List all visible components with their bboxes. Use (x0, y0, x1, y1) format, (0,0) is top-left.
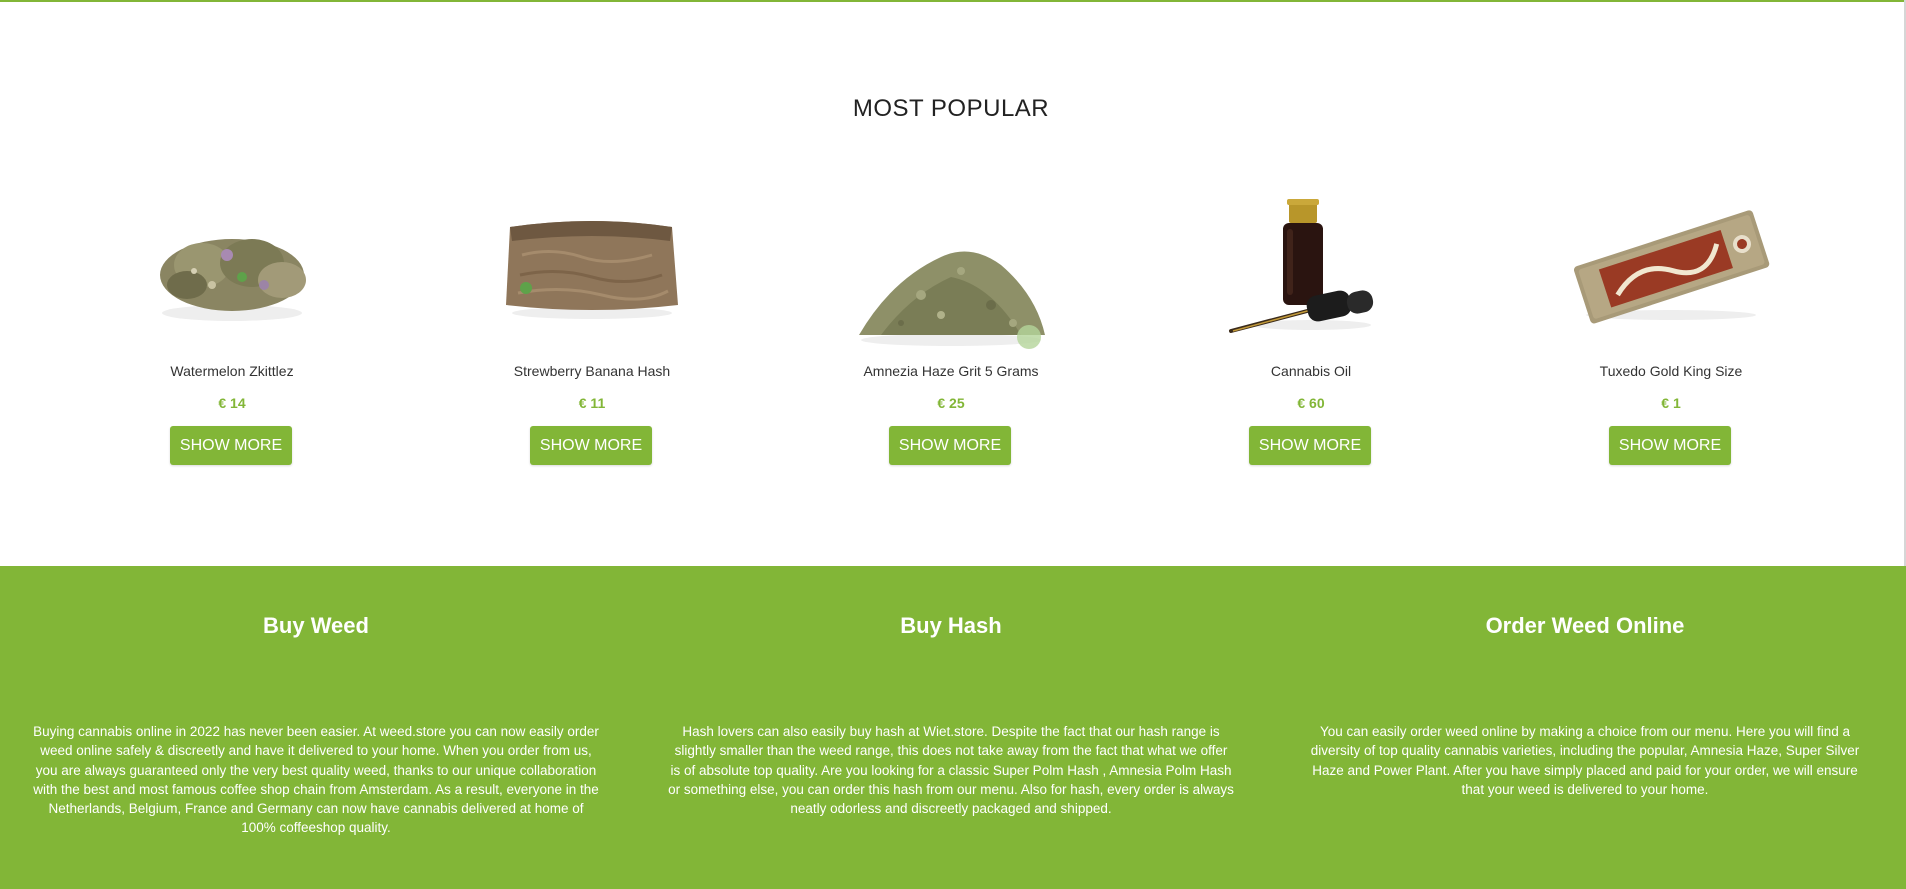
product-price: € 11 (578, 395, 606, 411)
product-card[interactable]: Watermelon Zkittlez € 14 SHOW MORE (82, 185, 382, 465)
rolling-papers-image[interactable] (1521, 185, 1821, 355)
product-price: € 60 (1297, 395, 1325, 411)
show-more-button[interactable]: SHOW MORE (1609, 426, 1731, 465)
top-accent-line (0, 0, 1906, 2)
product-card[interactable]: Strewberry Banana Hash € 11 SHOW MORE (442, 185, 742, 465)
hash-block-image[interactable] (442, 185, 742, 355)
show-more-button[interactable]: SHOW MORE (530, 426, 652, 465)
cannabis-bud-image[interactable] (82, 185, 382, 355)
show-more-button[interactable]: SHOW MORE (1249, 426, 1371, 465)
product-card[interactable]: Amnezia Haze Grit 5 Grams € 25 SHOW MORE (801, 185, 1101, 465)
product-price: € 1 (1661, 395, 1681, 411)
info-text: Hash lovers can also easily buy hash at … (668, 724, 1234, 817)
product-name[interactable]: Tuxedo Gold King Size (1521, 363, 1821, 379)
product-name[interactable]: Cannabis Oil (1161, 363, 1461, 379)
section-title: MOST POPULAR (852, 95, 1050, 122)
info-section: Buy Weed Buying cannabis online in 2022 … (0, 566, 1906, 889)
product-name[interactable]: Strewberry Banana Hash (442, 363, 742, 379)
show-more-button[interactable]: SHOW MORE (889, 426, 1011, 465)
product-name[interactable]: Watermelon Zkittlez (82, 363, 382, 379)
info-title: Buy Weed (263, 613, 369, 638)
info-text: Buying cannabis online in 2022 has never… (33, 724, 599, 836)
product-price: € 25 (937, 395, 965, 411)
product-card[interactable]: Tuxedo Gold King Size € 1 SHOW MORE (1521, 185, 1821, 465)
product-grid: Watermelon Zkittlez € 14 SHOW MORE Strew… (0, 185, 1902, 485)
info-title: Buy Hash (900, 613, 1002, 638)
product-card[interactable]: Cannabis Oil € 60 SHOW MORE (1161, 185, 1461, 465)
show-more-button[interactable]: SHOW MORE (170, 426, 292, 465)
product-price: € 14 (218, 395, 246, 411)
info-text: You can easily order weed online by maki… (1310, 724, 1860, 797)
cannabis-grit-image[interactable] (801, 185, 1101, 355)
product-name[interactable]: Amnezia Haze Grit 5 Grams (801, 363, 1101, 379)
info-title: Order Weed Online (1485, 613, 1685, 638)
oil-bottle-image[interactable] (1161, 185, 1461, 355)
